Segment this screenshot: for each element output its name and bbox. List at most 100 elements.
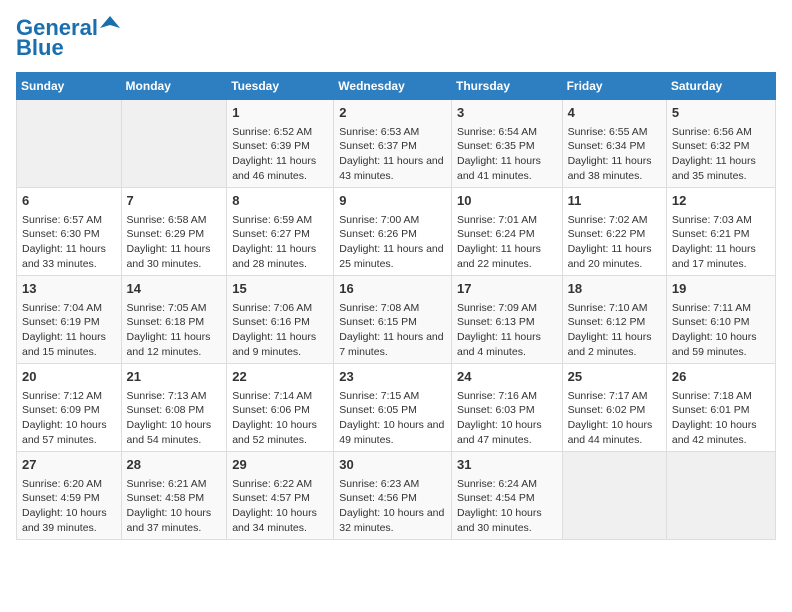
day-content: Sunrise: 6:56 AM Sunset: 6:32 PM Dayligh… (672, 125, 770, 184)
calendar-cell: 22 Sunrise: 7:14 AM Sunset: 6:06 PM Dayli… (227, 364, 334, 452)
day-content: Sunrise: 7:14 AM Sunset: 6:06 PM Dayligh… (232, 389, 328, 448)
logo: General Blue (16, 16, 120, 60)
day-content: Sunrise: 6:53 AM Sunset: 6:37 PM Dayligh… (339, 125, 446, 184)
day-content: Sunrise: 7:03 AM Sunset: 6:21 PM Dayligh… (672, 213, 770, 272)
calendar-cell: 14Sunrise: 7:05 AM Sunset: 6:18 PM Dayli… (121, 276, 227, 364)
day-content: Sunrise: 6:52 AM Sunset: 6:39 PM Dayligh… (232, 125, 328, 184)
day-number: 28 (127, 456, 222, 474)
day-content: Sunrise: 6:20 AM Sunset: 4:59 PM Dayligh… (22, 477, 116, 536)
calendar-week-4: 20Sunrise: 7:12 AM Sunset: 6:09 PM Dayli… (17, 364, 776, 452)
calendar-cell: 21 Sunrise: 7:13 AM Sunset: 6:08 PM Dayli… (121, 364, 227, 452)
day-number: 27 (22, 456, 116, 474)
calendar-cell: 19Sunrise: 7:11 AM Sunset: 6:10 PM Dayli… (666, 276, 775, 364)
day-content: Sunrise: 7:06 AM Sunset: 6:16 PM Dayligh… (232, 301, 328, 360)
col-header-thursday: Thursday (451, 73, 562, 100)
calendar-cell: 1 Sunrise: 6:52 AM Sunset: 6:39 PM Daylig… (227, 100, 334, 188)
calendar-cell: 11Sunrise: 7:02 AM Sunset: 6:22 PM Dayli… (562, 188, 666, 276)
day-content: Sunrise: 6:59 AM Sunset: 6:27 PM Dayligh… (232, 213, 328, 272)
day-content: Sunrise: 7:11 AM Sunset: 6:10 PM Dayligh… (672, 301, 770, 360)
day-content: Sunrise: 6:54 AM Sunset: 6:35 PM Dayligh… (457, 125, 557, 184)
day-number: 24 (457, 368, 557, 386)
calendar-cell: 2 Sunrise: 6:53 AM Sunset: 6:37 PM Daylig… (334, 100, 452, 188)
day-number: 21 (127, 368, 222, 386)
day-number: 31 (457, 456, 557, 474)
calendar-cell: 31 Sunrise: 6:24 AM Sunset: 4:54 PM Dayli… (451, 452, 562, 540)
col-header-monday: Monday (121, 73, 227, 100)
day-content: Sunrise: 7:10 AM Sunset: 6:12 PM Dayligh… (568, 301, 661, 360)
day-content: Sunrise: 7:12 AM Sunset: 6:09 PM Dayligh… (22, 389, 116, 448)
day-content: Sunrise: 6:57 AM Sunset: 6:30 PM Dayligh… (22, 213, 116, 272)
day-content: Sunrise: 7:18 AM Sunset: 6:01 PM Dayligh… (672, 389, 770, 448)
day-number: 22 (232, 368, 328, 386)
col-header-tuesday: Tuesday (227, 73, 334, 100)
calendar-cell (17, 100, 122, 188)
calendar-cell: 4 Sunrise: 6:55 AM Sunset: 6:34 PM Daylig… (562, 100, 666, 188)
calendar-week-3: 13 Sunrise: 7:04 AM Sunset: 6:19 PM Dayli… (17, 276, 776, 364)
calendar-cell (562, 452, 666, 540)
calendar-cell: 13 Sunrise: 7:04 AM Sunset: 6:19 PM Dayli… (17, 276, 122, 364)
day-number: 5 (672, 104, 770, 122)
day-content: Sunrise: 7:15 AM Sunset: 6:05 PM Dayligh… (339, 389, 446, 448)
day-content: Sunrise: 7:00 AM Sunset: 6:26 PM Dayligh… (339, 213, 446, 272)
day-number: 25 (568, 368, 661, 386)
day-content: Sunrise: 7:17 AM Sunset: 6:02 PM Dayligh… (568, 389, 661, 448)
calendar-cell: 16Sunrise: 7:08 AM Sunset: 6:15 PM Dayli… (334, 276, 452, 364)
calendar-cell: 5 Sunrise: 6:56 AM Sunset: 6:32 PM Daylig… (666, 100, 775, 188)
day-number: 8 (232, 192, 328, 210)
day-content: Sunrise: 6:58 AM Sunset: 6:29 PM Dayligh… (127, 213, 222, 272)
day-content: Sunrise: 7:04 AM Sunset: 6:19 PM Dayligh… (22, 301, 116, 360)
day-content: Sunrise: 6:21 AM Sunset: 4:58 PM Dayligh… (127, 477, 222, 536)
day-number: 18 (568, 280, 661, 298)
day-number: 12 (672, 192, 770, 210)
col-header-friday: Friday (562, 73, 666, 100)
day-number: 13 (22, 280, 116, 298)
calendar-cell (121, 100, 227, 188)
calendar-cell: 27 Sunrise: 6:20 AM Sunset: 4:59 PM Dayli… (17, 452, 122, 540)
day-number: 3 (457, 104, 557, 122)
calendar-cell: 24 Sunrise: 7:16 AM Sunset: 6:03 PM Dayli… (451, 364, 562, 452)
day-content: Sunrise: 6:24 AM Sunset: 4:54 PM Dayligh… (457, 477, 557, 536)
day-number: 2 (339, 104, 446, 122)
day-number: 6 (22, 192, 116, 210)
day-content: Sunrise: 7:16 AM Sunset: 6:03 PM Dayligh… (457, 389, 557, 448)
calendar-cell: 20Sunrise: 7:12 AM Sunset: 6:09 PM Dayli… (17, 364, 122, 452)
calendar-cell: 18 Sunrise: 7:10 AM Sunset: 6:12 PM Dayli… (562, 276, 666, 364)
calendar-week-5: 27 Sunrise: 6:20 AM Sunset: 4:59 PM Dayli… (17, 452, 776, 540)
day-number: 9 (339, 192, 446, 210)
calendar-cell: 29 Sunrise: 6:22 AM Sunset: 4:57 PM Dayli… (227, 452, 334, 540)
day-number: 30 (339, 456, 446, 474)
day-content: Sunrise: 7:08 AM Sunset: 6:15 PM Dayligh… (339, 301, 446, 360)
day-content: Sunrise: 6:23 AM Sunset: 4:56 PM Dayligh… (339, 477, 446, 536)
day-content: Sunrise: 7:05 AM Sunset: 6:18 PM Dayligh… (127, 301, 222, 360)
day-number: 4 (568, 104, 661, 122)
calendar-cell: 25 Sunrise: 7:17 AM Sunset: 6:02 PM Dayli… (562, 364, 666, 452)
col-header-sunday: Sunday (17, 73, 122, 100)
logo-bird-icon (100, 14, 120, 34)
calendar-cell: 7 Sunrise: 6:58 AM Sunset: 6:29 PM Daylig… (121, 188, 227, 276)
calendar-table: SundayMondayTuesdayWednesdayThursdayFrid… (16, 72, 776, 540)
col-header-wednesday: Wednesday (334, 73, 452, 100)
day-number: 23 (339, 368, 446, 386)
day-number: 1 (232, 104, 328, 122)
calendar-week-1: 1 Sunrise: 6:52 AM Sunset: 6:39 PM Daylig… (17, 100, 776, 188)
calendar-cell: 23 Sunrise: 7:15 AM Sunset: 6:05 PM Dayli… (334, 364, 452, 452)
calendar-cell: 8 Sunrise: 6:59 AM Sunset: 6:27 PM Daylig… (227, 188, 334, 276)
calendar-cell: 3 Sunrise: 6:54 AM Sunset: 6:35 PM Daylig… (451, 100, 562, 188)
day-number: 29 (232, 456, 328, 474)
day-content: Sunrise: 6:22 AM Sunset: 4:57 PM Dayligh… (232, 477, 328, 536)
day-number: 11 (568, 192, 661, 210)
calendar-cell: 12 Sunrise: 7:03 AM Sunset: 6:21 PM Dayli… (666, 188, 775, 276)
day-number: 15 (232, 280, 328, 298)
calendar-header: SundayMondayTuesdayWednesdayThursdayFrid… (17, 73, 776, 100)
calendar-cell (666, 452, 775, 540)
calendar-cell: 6 Sunrise: 6:57 AM Sunset: 6:30 PM Daylig… (17, 188, 122, 276)
calendar-cell: 15 Sunrise: 7:06 AM Sunset: 6:16 PM Dayli… (227, 276, 334, 364)
day-number: 26 (672, 368, 770, 386)
col-header-saturday: Saturday (666, 73, 775, 100)
calendar-week-2: 6 Sunrise: 6:57 AM Sunset: 6:30 PM Daylig… (17, 188, 776, 276)
day-number: 7 (127, 192, 222, 210)
day-content: Sunrise: 7:01 AM Sunset: 6:24 PM Dayligh… (457, 213, 557, 272)
day-content: Sunrise: 6:55 AM Sunset: 6:34 PM Dayligh… (568, 125, 661, 184)
day-content: Sunrise: 7:13 AM Sunset: 6:08 PM Dayligh… (127, 389, 222, 448)
page-header: General Blue (16, 16, 776, 60)
